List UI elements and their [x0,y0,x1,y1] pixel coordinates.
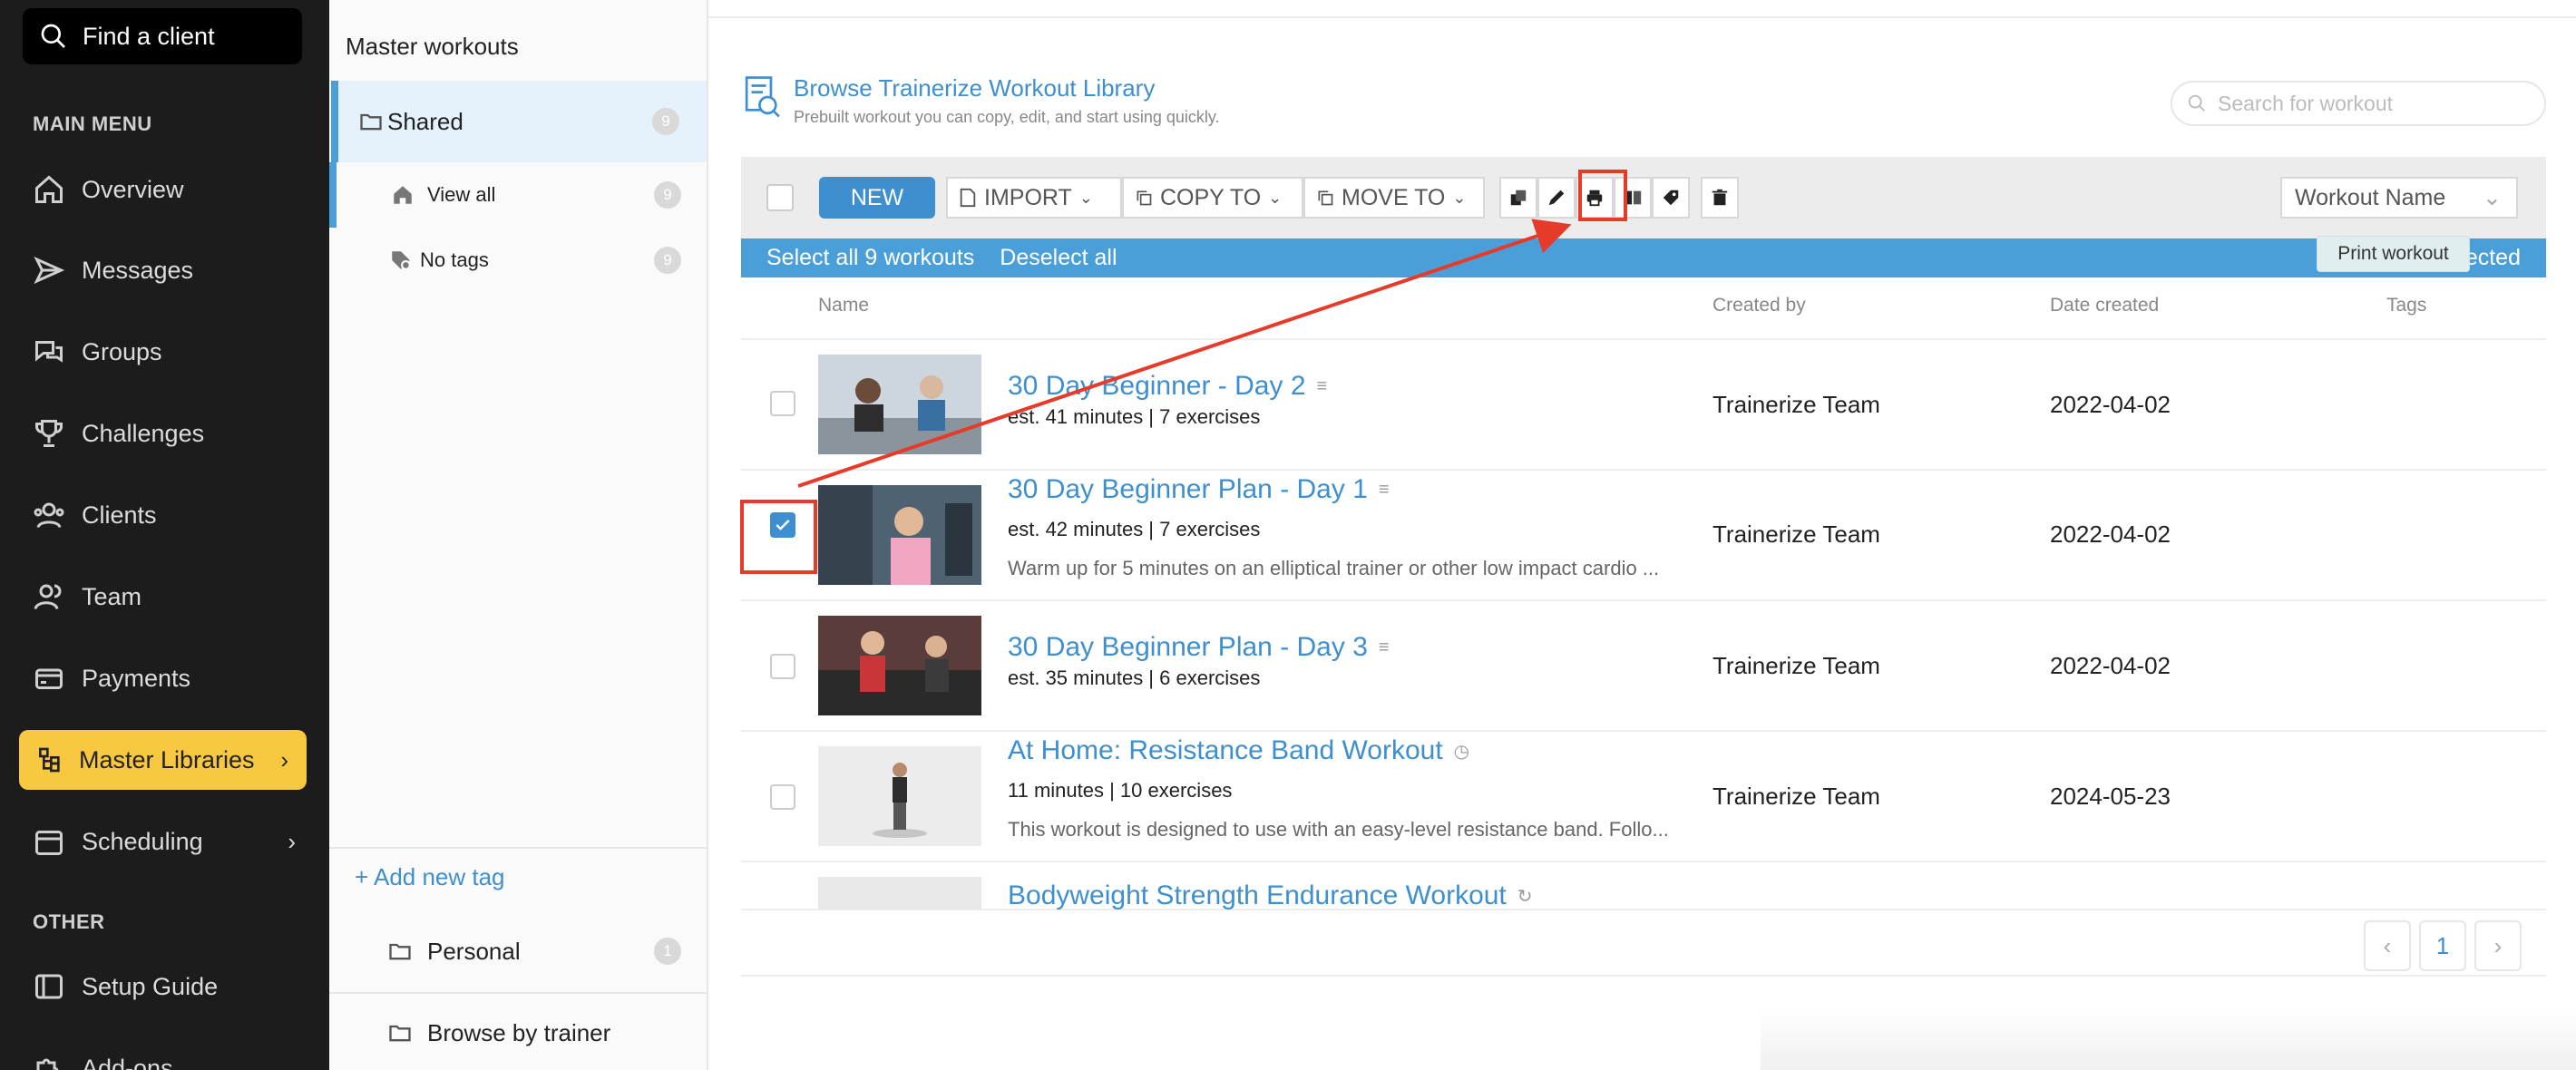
annotation-arrow [797,219,1572,488]
